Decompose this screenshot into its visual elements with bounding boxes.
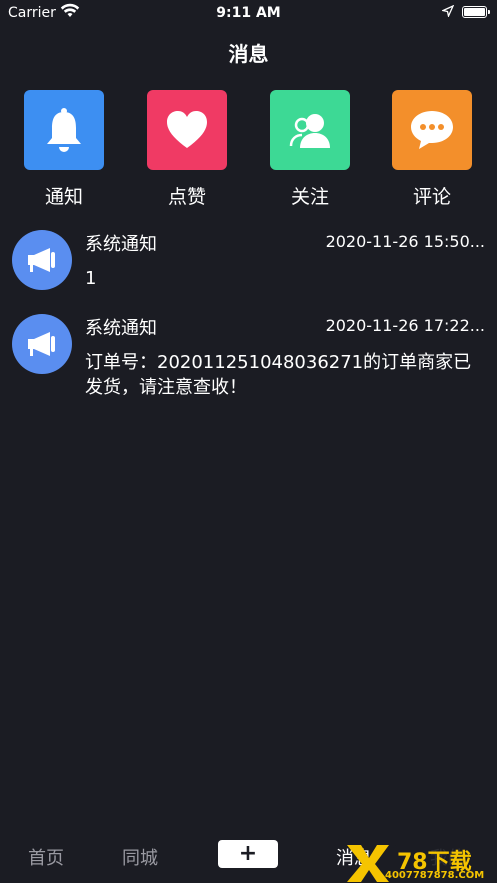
megaphone-icon: [12, 314, 72, 374]
quick-action-label: 点赞: [167, 186, 206, 208]
message-body: 1: [85, 268, 97, 289]
message-title: 系统通知: [85, 234, 157, 255]
quick-action-label: 通知: [44, 186, 83, 208]
status-bar: Carrier 9:11 AM: [0, 0, 497, 26]
quick-action-follow[interactable]: 关注: [265, 90, 355, 209]
message-time: 2020-11-26 17:22...: [325, 316, 485, 335]
location-icon: [440, 4, 455, 21]
tab-city[interactable]: 同城: [122, 844, 158, 870]
quick-action-label: 关注: [290, 186, 329, 208]
message-body: 订单号：20201125104803627​1的订单商家已发货，请注意查收！: [85, 352, 472, 398]
quick-actions: 通知 点赞 关注 评论: [0, 90, 497, 210]
comment-icon: [392, 90, 472, 170]
heart-icon: [147, 90, 227, 170]
quick-action-comment[interactable]: 评论: [387, 90, 477, 209]
watermark-url: 4007787878.COM: [385, 870, 485, 881]
quick-action-notify[interactable]: 通知: [19, 90, 109, 209]
watermark-logo: 78下载 4007787878.COM: [345, 842, 497, 883]
battery-icon: [462, 6, 490, 18]
message-time: 2020-11-26 15:50...: [325, 232, 485, 251]
quick-action-label: 评论: [412, 186, 451, 208]
add-button[interactable]: +: [218, 840, 278, 868]
megaphone-icon: [12, 230, 72, 290]
bell-icon: [24, 90, 104, 170]
people-icon: [270, 90, 350, 170]
tab-home[interactable]: 首页: [28, 844, 64, 870]
message-title: 系统通知: [85, 318, 157, 339]
clock: 9:11 AM: [216, 5, 281, 21]
quick-action-like[interactable]: 点赞: [142, 90, 232, 209]
page-title: 消息: [228, 42, 269, 66]
